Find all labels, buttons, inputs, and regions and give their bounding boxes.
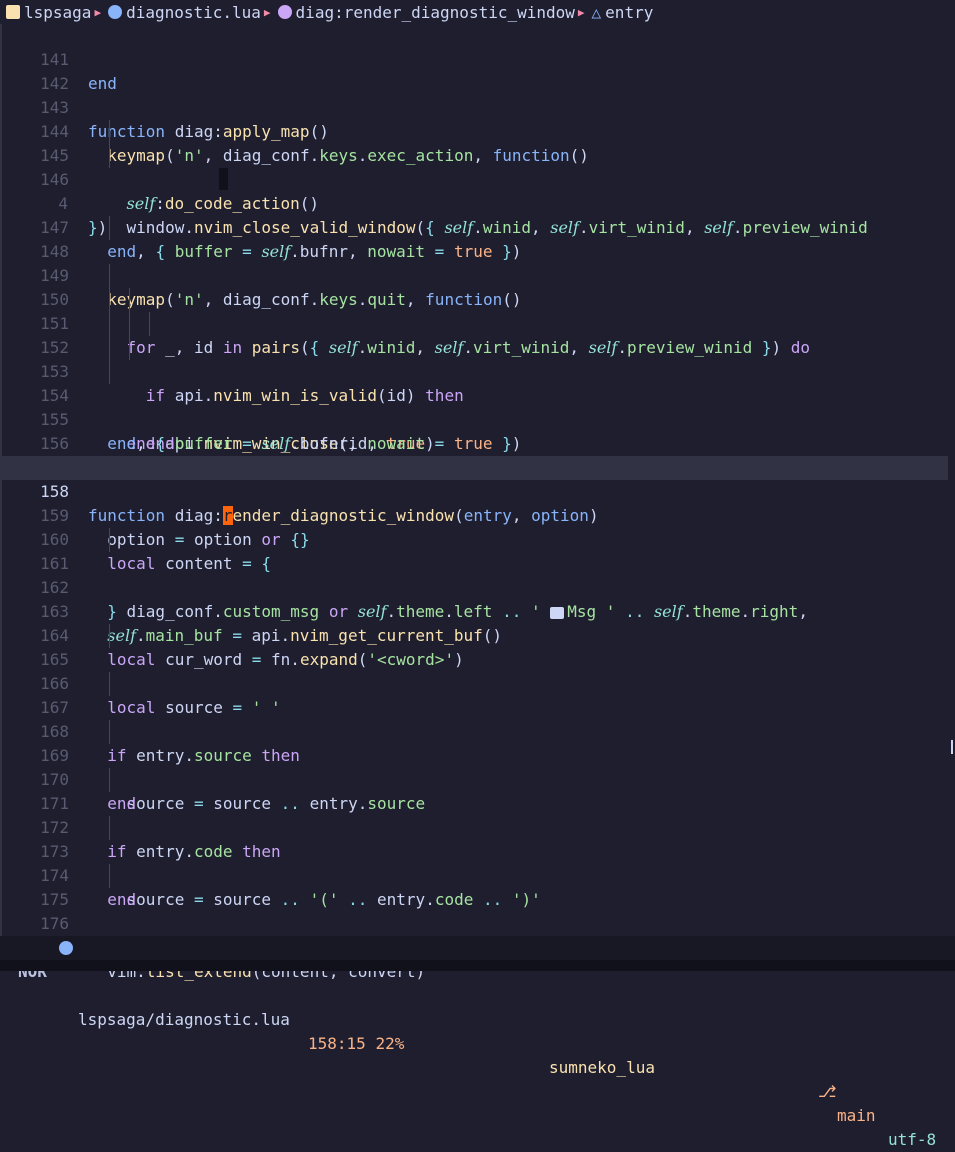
indent-guide <box>109 120 110 144</box>
variable-icon: △ <box>591 2 602 22</box>
indent-guide <box>129 312 130 336</box>
code-line[interactable]: 160 local content = { <box>0 504 955 573</box>
winbar-symbol[interactable]: entry <box>605 3 653 22</box>
indent-guide <box>109 360 110 384</box>
winbar-file[interactable]: diagnostic.lua <box>126 3 261 22</box>
cursor-line-col: 158:15 <box>308 1034 366 1053</box>
code-line[interactable]: 153 end <box>0 336 955 453</box>
code-line[interactable]: 162 } <box>0 552 955 621</box>
statusline: NOR lspsaga/diagnostic.lua 158:15 22% su… <box>0 936 955 1149</box>
winbar-method[interactable]: diag:render_diagnostic_window <box>296 3 575 22</box>
winbar-folder[interactable]: lspsaga <box>24 3 91 22</box>
indent-guide <box>109 528 110 552</box>
folder-icon <box>6 5 20 19</box>
code-line[interactable]: 148 <box>0 216 955 261</box>
code-line[interactable]: 173 source = source .. '(' .. entry.code… <box>0 816 955 909</box>
indent-guide <box>129 336 130 360</box>
code-line[interactable]: 151 if api.nvim_win_is_valid(id) then <box>0 288 955 405</box>
code-line[interactable]: 174 end <box>0 840 955 909</box>
file-encoding: utf-8 <box>888 1130 937 1149</box>
code-line[interactable]: 152 api.nvim_win_close(id, true) <box>0 312 955 453</box>
code-line[interactable]: 176 local convert = vim.split(entry.mess… <box>0 888 955 957</box>
indent-guide <box>109 624 110 648</box>
code-line[interactable]: 149 keymap('n', diag_conf.keys.quit, fun… <box>0 240 955 309</box>
code-line[interactable]: 147 end, { buffer = self.bufnr, nowait =… <box>0 192 955 261</box>
code-line[interactable]: 157 <box>0 432 955 477</box>
indent-guide <box>109 768 110 792</box>
code-line[interactable]: 166 local source = ' ' <box>0 648 955 717</box>
indent-guide <box>109 288 110 312</box>
scroll-indicator <box>951 740 953 754</box>
indent-guide <box>109 672 110 696</box>
code-line[interactable]: 164 local cur_word = fn.expand('<cword>'… <box>0 600 955 669</box>
code-line[interactable]: 146 window.nvim_close_valid_window({ sel… <box>0 144 955 237</box>
code-line[interactable]: 150 for _, id in pairs({ self.winid, sel… <box>0 264 955 357</box>
git-branch-icon: ⎇ <box>818 1082 837 1101</box>
code-line[interactable]: 154 end <box>0 360 955 453</box>
indent-guide <box>109 144 110 168</box>
indent-guide <box>109 264 110 288</box>
status-file-path[interactable]: lspsaga/diagnostic.lua <box>78 1008 290 1032</box>
lua-file-icon <box>108 5 123 19</box>
code-line[interactable]: 172 if entry.code then <box>0 792 955 861</box>
code-line[interactable]: 145 self:do_code_action() <box>0 120 955 213</box>
lua-file-icon <box>59 941 73 955</box>
code-line[interactable]: 171 <box>0 768 955 813</box>
code-line[interactable]: 155 end, { buffer = self.bufnr, nowait =… <box>0 384 955 453</box>
indent-guide <box>129 288 130 312</box>
code-line[interactable]: 141 end <box>0 24 955 93</box>
indent-guide <box>109 216 110 240</box>
code-line[interactable]: 170 end <box>0 744 955 813</box>
chevron-right-icon: ▶ <box>577 5 585 19</box>
indent-guide <box>109 720 110 744</box>
indent-guide <box>109 312 110 336</box>
git-branch[interactable]: main <box>837 1104 876 1128</box>
scroll-percent: 22% <box>375 1034 405 1053</box>
code-editor[interactable]: 141 end 142 143 function diag:apply_map(… <box>0 24 955 981</box>
indent-guide <box>109 816 110 840</box>
code-line[interactable]: 167 <box>0 672 955 717</box>
indent-guide <box>109 864 110 888</box>
code-line[interactable]: 156 end <box>0 408 955 477</box>
winbar: lspsaga ▶ diagnostic.lua ▶ diag:render_diagn… <box>0 0 955 24</box>
indent-guide <box>149 312 150 336</box>
code-line[interactable]: 142 <box>0 48 955 93</box>
code-line[interactable]: 143 function diag:apply_map() <box>0 72 955 141</box>
command-line[interactable] <box>0 960 955 971</box>
code-line[interactable]: 168 if entry.source then <box>0 696 955 765</box>
code-line[interactable]: 144 keymap('n', diag_conf.keys.exec_acti… <box>0 96 955 165</box>
code-line[interactable]: 175 <box>0 864 955 909</box>
code-line[interactable]: 165 <box>0 624 955 669</box>
cursor-position: 158:15 22% <box>308 1032 404 1056</box>
code-line-wrapped[interactable]: 4 }) <box>0 168 955 237</box>
code-line[interactable]: 177 vim.list_extend(content, convert) <box>0 912 955 981</box>
code-line[interactable]: 163 self.main_buf = api.nvim_get_current… <box>0 576 955 645</box>
code-line[interactable]: 159 option = option or {} <box>0 480 955 549</box>
chevron-right-icon: ▶ <box>94 5 102 19</box>
chevron-right-icon: ▶ <box>263 5 271 19</box>
method-icon <box>277 5 292 19</box>
code-line[interactable]: 161 diag_conf.custom_msg or self.theme.l… <box>0 528 955 621</box>
code-line[interactable]: 169 source = source .. entry.source <box>0 720 955 813</box>
indent-guide <box>109 336 110 360</box>
secondary-cursor <box>219 168 228 190</box>
lsp-server-name[interactable]: sumneko_lua <box>549 1056 655 1080</box>
code-line-current[interactable]: 158 function diag:render_diagnostic_wind… <box>0 456 948 525</box>
